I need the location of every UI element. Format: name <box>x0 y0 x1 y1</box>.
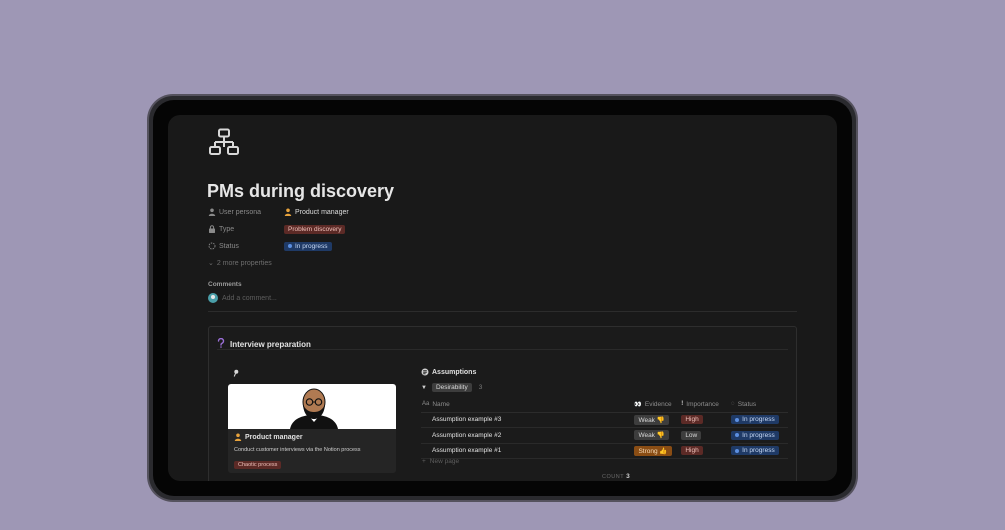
comment-input-row[interactable]: Add a comment... <box>208 293 277 303</box>
question-mark-icon <box>217 335 225 353</box>
database-icon <box>421 363 429 381</box>
table-row[interactable]: Assumption example #2 Weak 👎 Low In prog… <box>421 428 788 444</box>
property-label: Status <box>219 242 239 250</box>
comments-heading: Comments <box>208 281 242 288</box>
property-value[interactable]: Product manager <box>295 209 349 216</box>
assumptions-title: Assumptions <box>432 368 477 376</box>
type-tag[interactable]: Problem discovery <box>284 224 346 234</box>
text-type-icon: Aa <box>422 401 430 408</box>
callout-header: Interview preparation <box>217 335 311 353</box>
plus-icon: + <box>422 458 426 465</box>
importance-tag: Low <box>681 430 702 440</box>
org-chart-icon[interactable] <box>208 128 240 163</box>
more-properties-label: 2 more properties <box>216 260 272 267</box>
assumptions-heading[interactable]: Assumptions <box>421 363 476 381</box>
status-badge: In progress <box>731 430 779 440</box>
column-status[interactable]: ◌ Status <box>731 401 788 408</box>
new-page-button[interactable]: + New page <box>422 458 459 465</box>
group-count: 3 <box>478 384 483 391</box>
table-header: Aa Name 👀 Evidence ! Importance ◌ Status <box>421 397 788 413</box>
tablet-device: PMs during discovery User persona Produc… <box>149 96 856 500</box>
importance-tag: High <box>681 446 703 456</box>
status-badge[interactable]: In progress <box>284 241 332 251</box>
comment-input[interactable]: Add a comment... <box>222 295 277 302</box>
chevron-down-icon: ⌄ <box>208 260 214 267</box>
exclamation-icon: ! <box>681 401 684 408</box>
tablet-bezel: PMs during discovery User persona Produc… <box>153 100 852 496</box>
caret-down-icon[interactable]: ▼ <box>421 385 427 391</box>
persona-card[interactable]: Product manager Conduct customer intervi… <box>228 384 396 473</box>
column-importance[interactable]: ! Importance <box>681 401 731 408</box>
status-badge: In progress <box>731 415 779 425</box>
binoculars-icon: 👀 <box>634 401 642 408</box>
pushpin-icon <box>232 364 240 382</box>
evidence-tag: Weak 👎 <box>634 430 669 441</box>
notion-page: PMs during discovery User persona Produc… <box>168 115 837 481</box>
column-name[interactable]: Aa Name <box>421 401 634 408</box>
card-title[interactable]: Product manager <box>245 434 303 441</box>
status-badge: In progress <box>731 446 779 456</box>
table-count: COUNT 3 <box>602 473 631 480</box>
interview-preparation-callout: Interview preparation Product manager Co… <box>208 326 797 481</box>
evidence-tag: Weak 👎 <box>634 414 669 425</box>
divider <box>208 311 797 312</box>
callout-title[interactable]: Interview preparation <box>230 340 311 349</box>
evidence-tag: Strong 👍 <box>634 445 672 456</box>
status-circle-icon <box>208 242 216 250</box>
column-evidence[interactable]: 👀 Evidence <box>634 401 681 408</box>
property-user-persona[interactable]: User persona Product manager <box>208 205 349 219</box>
person-orange-icon <box>234 433 242 441</box>
row-name[interactable]: Assumption example #3 <box>421 416 634 423</box>
more-properties-toggle[interactable]: ⌄ 2 more properties <box>208 259 272 267</box>
person-orange-icon <box>284 208 292 216</box>
avatar <box>208 293 218 303</box>
lock-icon <box>208 225 216 233</box>
card-cover-illustration <box>228 384 396 429</box>
status-circle-icon: ◌ <box>731 401 735 408</box>
table-row[interactable]: Assumption example #3 Weak 👎 High In pro… <box>421 413 788 428</box>
group-label: Desirability <box>431 383 472 392</box>
page-title[interactable]: PMs during discovery <box>207 181 394 202</box>
card-tag: Chaotic process <box>234 461 282 469</box>
row-name[interactable]: Assumption example #2 <box>421 432 634 439</box>
status-badge-label: In progress <box>295 242 328 250</box>
property-type[interactable]: Type Problem discovery <box>208 222 346 236</box>
assumptions-table: Aa Name 👀 Evidence ! Importance ◌ Status Ass… <box>421 397 788 459</box>
row-name[interactable]: Assumption example #1 <box>421 447 634 454</box>
divider <box>217 349 788 350</box>
property-status[interactable]: Status In progress <box>208 239 332 253</box>
group-desirability[interactable]: ▼ Desirability 3 <box>421 383 482 392</box>
importance-tag: High <box>681 415 703 425</box>
person-icon <box>208 208 216 216</box>
property-label: Type <box>219 225 235 233</box>
card-description: Conduct customer interviews via the Noti… <box>234 447 361 453</box>
table-row[interactable]: Assumption example #1 Strong 👍 High In p… <box>421 444 788 459</box>
property-label: User persona <box>219 208 262 216</box>
